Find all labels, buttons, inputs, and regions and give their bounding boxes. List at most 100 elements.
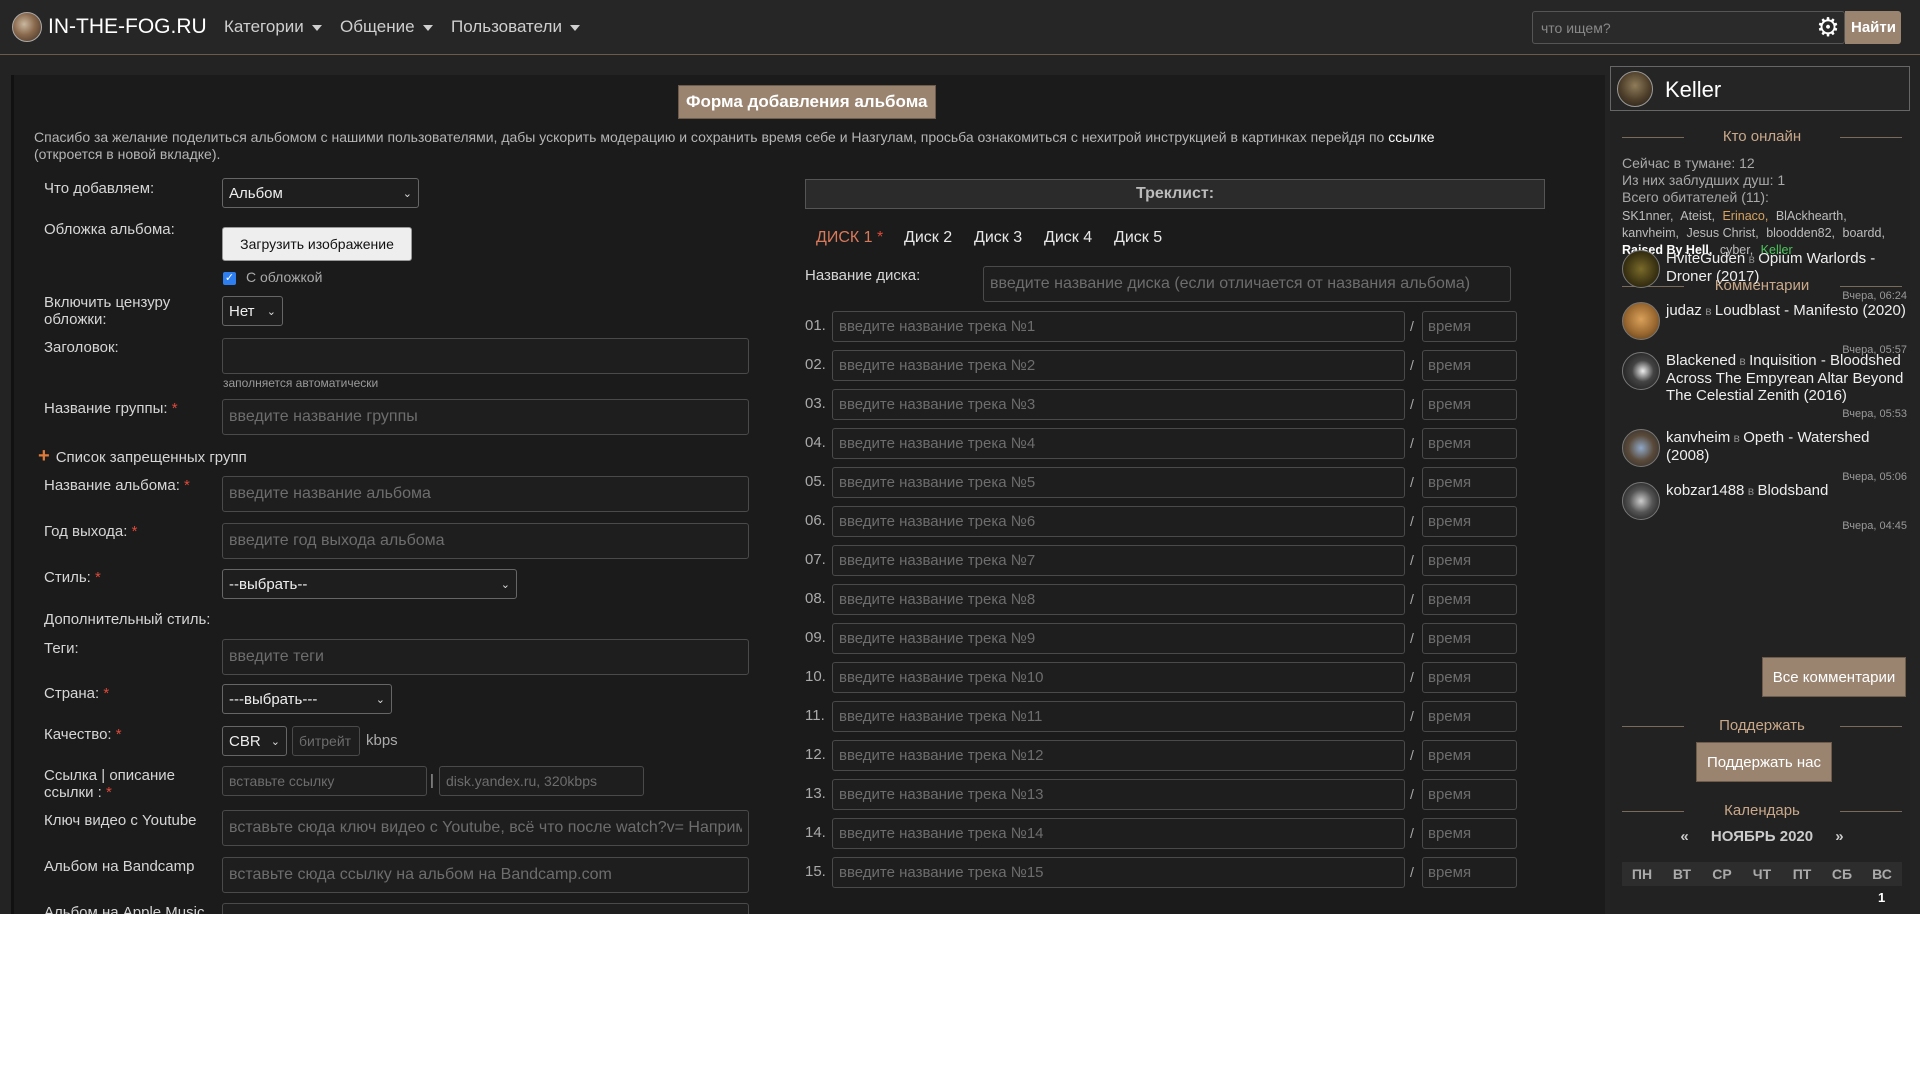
calendar-month-nav: « НОЯБРЬ 2020 » — [1622, 828, 1902, 845]
additional-style-label: Дополнительный стиль: — [44, 611, 211, 628]
tags-field[interactable] — [222, 639, 749, 675]
avatar[interactable] — [1622, 429, 1660, 467]
with-cover-checkbox[interactable]: ✓ — [223, 272, 236, 285]
comment-target[interactable]: Loudblast - Manifesto (2020) — [1715, 302, 1906, 319]
bitrate-field[interactable] — [292, 726, 360, 756]
bandcamp-field[interactable] — [222, 857, 749, 893]
track-time-field[interactable] — [1422, 701, 1517, 732]
online-user-link[interactable]: blooddеn82, — [1766, 226, 1835, 240]
track-separator: / — [1410, 864, 1414, 880]
tab-disc-2[interactable]: Диск 2 — [904, 229, 952, 247]
link-field[interactable] — [222, 766, 427, 796]
calendar-prev-button[interactable]: « — [1680, 828, 1688, 845]
nav-communication[interactable]: Общение — [340, 17, 433, 37]
comment-author[interactable]: kanvheim — [1666, 429, 1730, 446]
upload-image-button[interactable]: Загрузить изображение — [222, 227, 412, 261]
youtube-field[interactable] — [222, 810, 749, 846]
quality-select[interactable]: CBR ⌄ — [222, 726, 287, 756]
what-select[interactable]: Альбом ⌄ — [222, 178, 419, 208]
track-separator: / — [1410, 591, 1414, 607]
comment-author[interactable]: judaz — [1666, 302, 1702, 319]
online-user-link[interactable]: SK1nner, — [1622, 209, 1673, 223]
banned-bands-toggle[interactable]: + Список запрещенных групп — [38, 446, 247, 466]
site-logo[interactable]: IN-THE-FOG.RU — [12, 12, 207, 42]
search-input[interactable] — [1532, 11, 1845, 44]
track-name-field[interactable] — [832, 857, 1405, 888]
track-name-field[interactable] — [832, 467, 1405, 498]
album-label: Название альбома: * — [44, 477, 190, 494]
avatar[interactable] — [1622, 302, 1660, 340]
comment-date: Вчера, 06:24 — [1842, 290, 1907, 302]
country-select[interactable]: ---выбрать--- ⌄ — [222, 684, 392, 714]
user-box[interactable]: Keller — [1610, 66, 1910, 111]
track-time-field[interactable] — [1422, 467, 1517, 498]
track-number: 07. — [805, 551, 826, 568]
track-separator: / — [1410, 747, 1414, 763]
tab-disc-4[interactable]: Диск 4 — [1044, 229, 1092, 247]
disc-name-field[interactable] — [983, 266, 1511, 302]
censor-select[interactable]: Нет ⌄ — [222, 296, 283, 326]
track-time-field[interactable] — [1422, 857, 1517, 888]
track-time-field[interactable] — [1422, 740, 1517, 771]
gear-icon[interactable]: ⚙ — [1814, 13, 1842, 41]
comment-in-word: в — [1744, 484, 1758, 498]
track-name-field[interactable] — [832, 740, 1405, 771]
track-name-field[interactable] — [832, 623, 1405, 654]
instruction-link[interactable]: ссылке — [1388, 129, 1434, 145]
find-button[interactable]: Найти — [1845, 11, 1901, 44]
tab-disc-1[interactable]: ДИСК 1 * — [816, 229, 883, 247]
track-name-field[interactable] — [832, 428, 1405, 459]
track-name-field[interactable] — [832, 311, 1405, 342]
all-comments-button[interactable]: Все комментарии — [1762, 657, 1906, 697]
avatar[interactable] — [1622, 250, 1660, 288]
track-time-field[interactable] — [1422, 779, 1517, 810]
track-time-field[interactable] — [1422, 623, 1517, 654]
track-time-field[interactable] — [1422, 662, 1517, 693]
comment-author[interactable]: HviteGuden — [1666, 250, 1745, 267]
online-user-link[interactable]: boardd, — [1843, 226, 1885, 240]
comment-target[interactable]: Blodsband — [1757, 482, 1828, 499]
online-user-link[interactable]: Erinaco, — [1722, 209, 1768, 223]
support-button[interactable]: Поддержать нас — [1696, 742, 1832, 782]
tab-disc-3[interactable]: Диск 3 — [974, 229, 1022, 247]
calendar-day[interactable]: 1 — [1878, 890, 1885, 905]
track-name-field[interactable] — [832, 506, 1405, 537]
track-name-field[interactable] — [832, 545, 1405, 576]
album-name-field[interactable] — [222, 476, 749, 512]
comment-author[interactable]: Blackened — [1666, 352, 1736, 369]
link-description-field[interactable] — [439, 766, 644, 796]
track-time-field[interactable] — [1422, 545, 1517, 576]
nav-categories[interactable]: Категории — [224, 17, 322, 37]
online-user-link[interactable]: Jesus Christ, — [1686, 226, 1758, 240]
apple-music-field[interactable] — [222, 903, 749, 914]
tab-disc-5[interactable]: Диск 5 — [1114, 229, 1162, 247]
track-name-field[interactable] — [832, 779, 1405, 810]
track-time-field[interactable] — [1422, 350, 1517, 381]
year-field[interactable] — [222, 523, 749, 559]
track-time-field[interactable] — [1422, 428, 1517, 459]
nav-users[interactable]: Пользователи — [451, 17, 580, 37]
track-time-field[interactable] — [1422, 584, 1517, 615]
avatar[interactable] — [1622, 482, 1660, 520]
track-time-field[interactable] — [1422, 389, 1517, 420]
track-name-field[interactable] — [832, 818, 1405, 849]
style-select[interactable]: --выбрать-- ⌄ — [222, 569, 517, 599]
track-name-field[interactable] — [832, 350, 1405, 381]
online-user-link[interactable]: BlAckhearth, — [1776, 209, 1847, 223]
track-time-field[interactable] — [1422, 311, 1517, 342]
heading-field[interactable] — [222, 338, 749, 374]
track-time-field[interactable] — [1422, 506, 1517, 537]
track-name-field[interactable] — [832, 389, 1405, 420]
calendar-next-button[interactable]: » — [1835, 828, 1843, 845]
online-now: Сейчас в тумане: 12 — [1622, 155, 1755, 171]
online-user-link[interactable]: kanvheim, — [1622, 226, 1679, 240]
online-user-link[interactable]: Ateist, — [1680, 209, 1715, 223]
track-name-field[interactable] — [832, 662, 1405, 693]
avatar[interactable] — [1622, 352, 1660, 390]
band-name-field[interactable] — [222, 399, 749, 435]
comment-author[interactable]: kobzar1488 — [1666, 482, 1744, 499]
track-name-field[interactable] — [832, 584, 1405, 615]
comment-in-word: в — [1745, 252, 1759, 266]
track-name-field[interactable] — [832, 701, 1405, 732]
track-time-field[interactable] — [1422, 818, 1517, 849]
